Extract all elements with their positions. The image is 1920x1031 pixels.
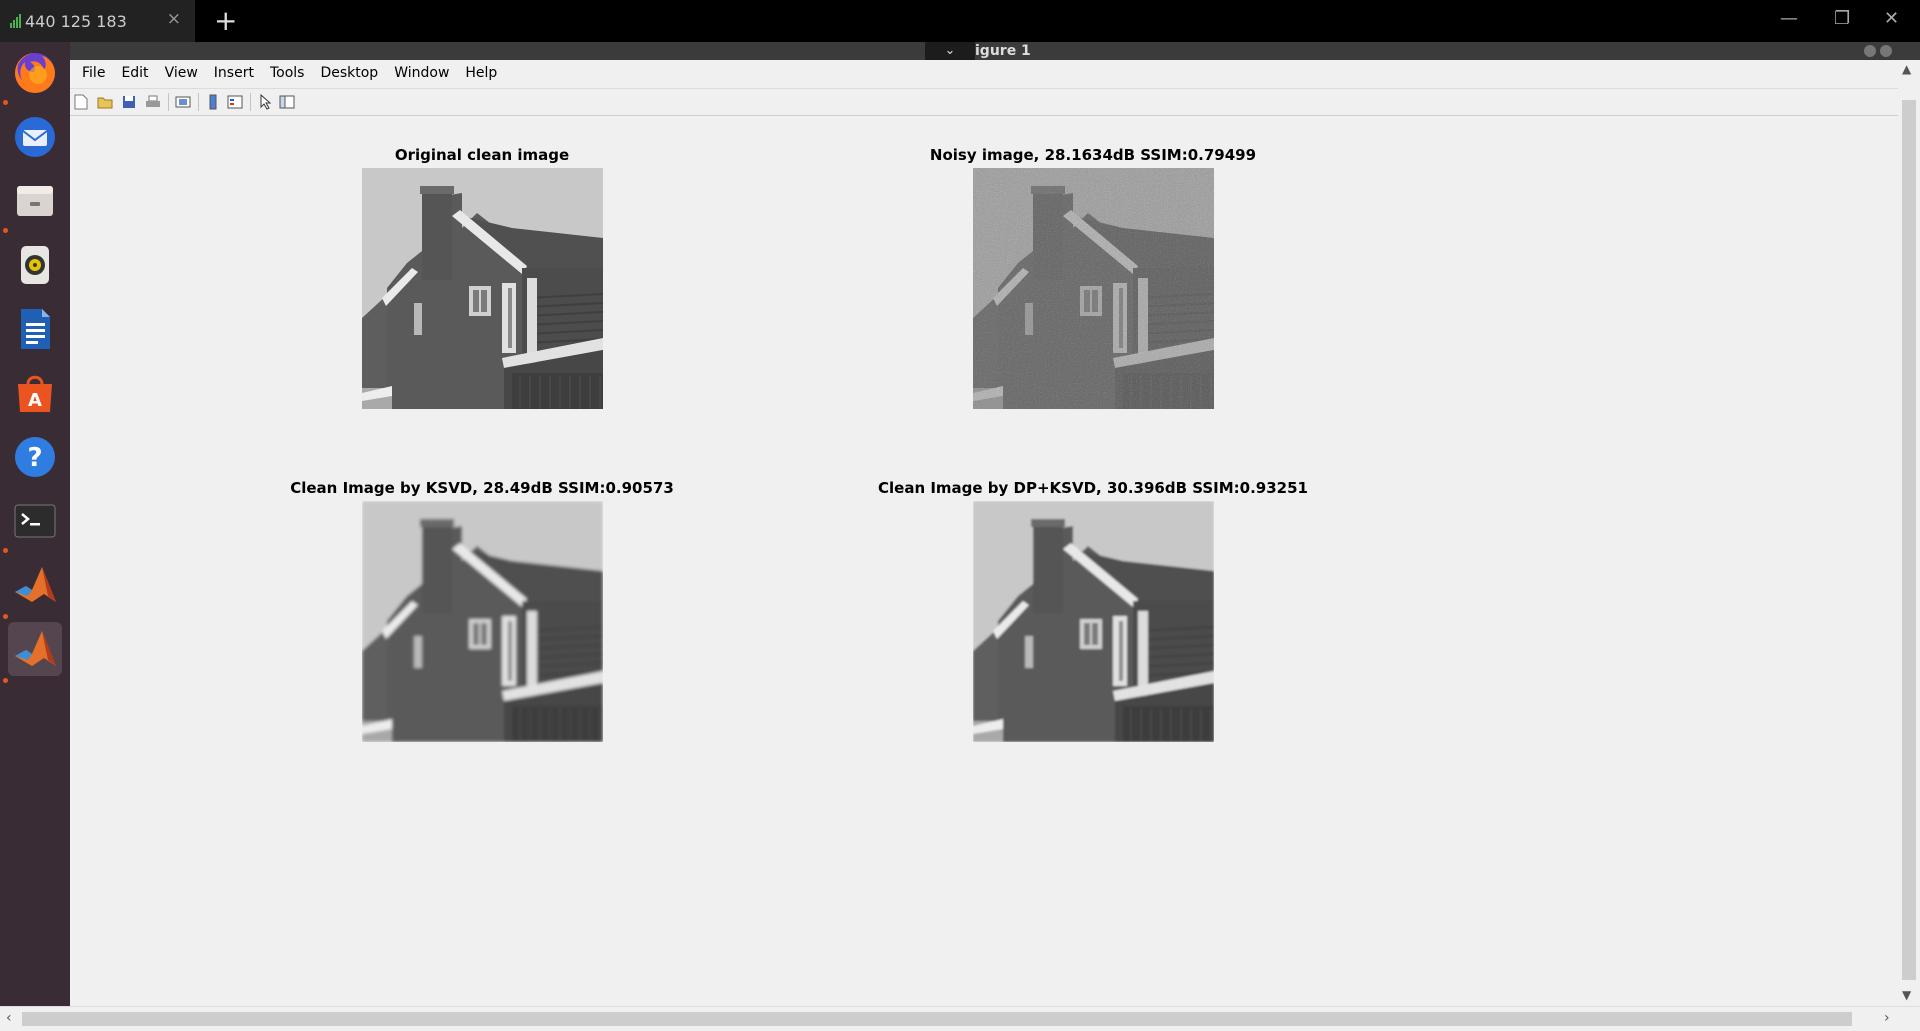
close-window-button[interactable]: ✕ [1884,8,1899,29]
scroll-left-icon[interactable]: ‹ [6,1010,12,1026]
scroll-up-icon[interactable]: ▲ [1902,62,1911,76]
help-launcher[interactable]: ? [8,430,62,484]
running-indicator [3,228,8,233]
expand-chevron-icon[interactable]: ⌄ [925,42,975,60]
vertical-scroll-thumb[interactable] [1902,100,1916,980]
running-indicator [3,678,8,683]
files-icon [17,186,53,216]
rhythmbox-icon [21,246,49,284]
figure-title: igure 1 [975,43,1031,59]
figure-menu-bar: File Edit View Insert Tools Desktop Wind… [70,60,1898,86]
new-tab-button[interactable]: + [214,4,237,37]
figure-canvas: Original clean image Noisy image, 28.163… [70,116,1898,1006]
toolbar-separator [168,93,169,111]
software-launcher[interactable]: A [8,366,62,420]
new-figure-icon[interactable] [72,93,90,111]
remote-tab-bar: 440 125 183 × + — ❐ ✕ [0,0,1920,42]
scroll-down-icon[interactable]: ▼ [1902,988,1911,1002]
figure-title-bar: ⌄ igure 1 [70,42,1920,60]
svg-text:A: A [28,390,42,411]
firefox-icon [15,53,55,93]
subplot-noisy: Noisy image, 28.1634dB SSIM:0.79499 [930,146,1256,416]
signal-icon [10,14,21,28]
thunderbird-launcher[interactable] [8,110,62,164]
figure-minimize-icon[interactable] [1864,45,1876,57]
matlab-launcher[interactable] [8,558,62,612]
print-icon[interactable] [144,93,162,111]
figure-maximize-icon[interactable] [1880,45,1892,57]
open-file-icon[interactable] [96,93,114,111]
vertical-scrollbar[interactable]: ▲ ▼ [1898,60,1920,1006]
matlab-active-launcher[interactable] [8,622,62,676]
running-indicator [3,614,8,619]
running-indicator [3,100,8,105]
running-indicator [3,548,8,553]
libreoffice-writer-icon [21,309,50,349]
save-icon[interactable] [120,93,138,111]
menu-desktop[interactable]: Desktop [312,65,386,81]
minimize-window-button[interactable]: — [1780,8,1798,29]
property-inspector-icon[interactable] [278,93,296,111]
menu-insert[interactable]: Insert [206,65,262,81]
subplot-title: Original clean image [394,146,570,164]
toolbar-separator [198,93,199,111]
terminal-launcher[interactable] [8,494,62,548]
subplot-title: Clean Image by DP+KSVD, 30.396dB SSIM:0.… [877,479,1309,497]
help-icon: ? [15,437,55,477]
edit-plot-icon[interactable] [256,93,274,111]
figure-toolbar [70,88,1898,116]
house-image[interactable] [973,501,1214,742]
writer-launcher[interactable] [8,302,62,356]
close-tab-icon[interactable]: × [167,9,181,29]
insert-legend-icon[interactable] [226,93,244,111]
menu-edit[interactable]: Edit [113,65,156,81]
firefox-launcher[interactable] [8,46,62,100]
terminal-icon [14,504,56,538]
subplot-original: Original clean image [362,146,603,416]
house-image[interactable] [973,168,1214,409]
scroll-right-icon[interactable]: › [1884,1010,1890,1026]
menu-view[interactable]: View [157,65,206,81]
thunderbird-icon [15,117,55,157]
subplot-ksvd: Clean Image by KSVD, 28.49dB SSIM:0.9057… [290,479,674,749]
horizontal-scroll-thumb[interactable] [22,1012,1852,1026]
menu-window[interactable]: Window [386,65,457,81]
link-plot-icon[interactable] [174,93,192,111]
matlab-figure-window: ⌄ igure 1 File Edit View Insert Tools De… [0,42,1920,1031]
ubuntu-software-icon: A [18,375,52,412]
menu-help[interactable]: Help [457,65,505,81]
ubuntu-dock: A ? [0,42,70,1030]
house-image[interactable] [362,168,603,409]
files-launcher[interactable] [8,174,62,228]
matlab-icon [15,567,56,602]
toolbar-separator [250,93,251,111]
house-image[interactable] [362,501,603,742]
remote-session-label: 440 125 183 [25,11,127,31]
insert-colorbar-icon[interactable] [204,93,222,111]
restore-window-button[interactable]: ❐ [1834,8,1850,29]
subplot-title: Noisy image, 28.1634dB SSIM:0.79499 [929,146,1257,164]
matlab-active-icon [15,631,56,666]
subplot-title: Clean Image by KSVD, 28.49dB SSIM:0.9057… [290,479,674,497]
menu-tools[interactable]: Tools [262,65,313,81]
rhythmbox-launcher[interactable] [8,238,62,292]
remote-session-tab[interactable]: 440 125 183 × [0,0,195,42]
svg-text:?: ? [27,443,42,473]
subplot-dp-ksvd: Clean Image by DP+KSVD, 30.396dB SSIM:0.… [878,479,1308,749]
horizontal-scrollbar[interactable]: ‹ › [0,1006,1920,1031]
menu-file[interactable]: File [74,65,113,81]
